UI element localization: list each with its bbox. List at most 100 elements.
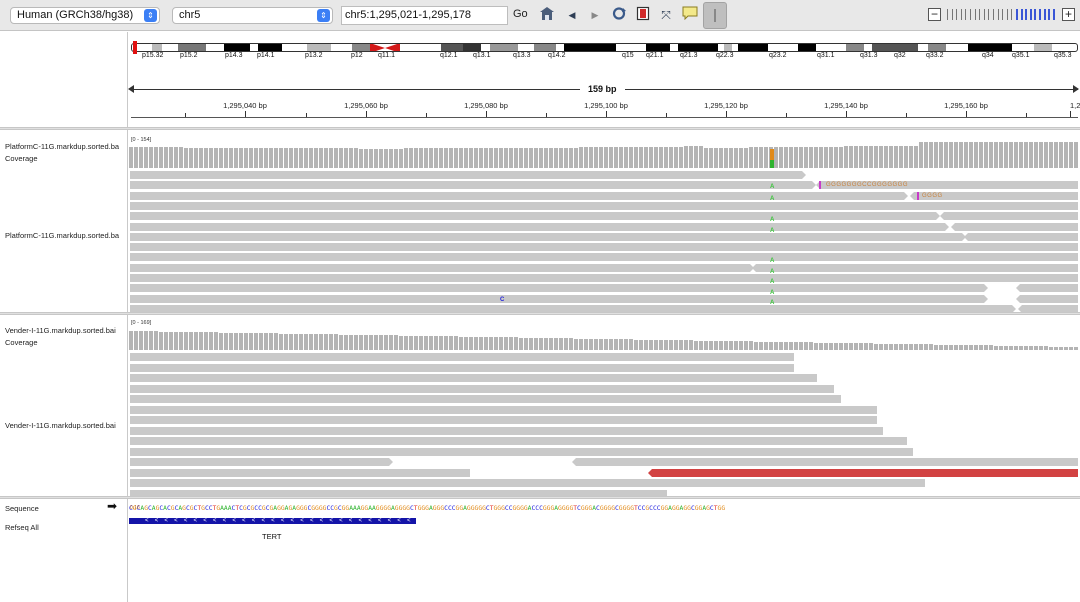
coverage-bar [419,148,424,168]
coverage-bar [684,340,689,350]
alignment-read[interactable] [130,374,817,382]
alignment-read[interactable] [130,294,988,303]
chromosome-dropdown[interactable]: chr5 ⇕ [172,7,333,24]
alignment-read[interactable] [940,212,1078,221]
forward-arrow-icon[interactable]: ▶ [585,6,605,25]
alignment-read[interactable] [130,479,925,487]
alignment-read[interactable] [964,232,1078,241]
alignment-read[interactable] [986,274,1078,282]
zoom-out-button[interactable]: − [928,8,941,21]
band-label: q34 [982,52,994,59]
alignment-read[interactable] [130,468,470,477]
genome-dropdown[interactable]: Human (GRCh38/hg38) ⇕ [10,7,160,24]
region-of-interest-icon[interactable] [633,6,653,25]
alignment-read[interactable] [981,253,1078,262]
coverage-bar [764,341,769,350]
alignment-read[interactable] [130,243,986,252]
coverage-bar [1029,142,1034,168]
ideogram-band [890,44,918,51]
coverage-bar [904,145,909,168]
zoom-tick [1002,9,1004,20]
alignment-read[interactable] [130,212,940,221]
alignment-read[interactable] [130,191,908,200]
coverage-bar [179,147,184,168]
resize-tracks-button[interactable] [703,2,727,29]
go-button[interactable]: Go [513,8,528,20]
alignment-read[interactable] [130,171,806,179]
ideogram-band [968,44,1012,51]
alignment-read[interactable] [130,201,926,210]
alignment-read[interactable] [130,181,816,190]
track1-coverage-track[interactable] [129,136,1079,168]
alignment-read[interactable] [1016,294,1078,303]
alignment-read[interactable] [130,232,966,241]
alignment-read[interactable] [752,263,1078,272]
panel-separator[interactable] [0,312,1080,315]
alignment-read[interactable] [1016,284,1078,293]
coverage-bar [204,147,209,168]
alignment-read[interactable] [918,201,1078,210]
alignment-read[interactable] [130,284,988,293]
coverage-bar [1059,346,1064,350]
coverage-bar [454,336,459,350]
alignment-read[interactable] [130,447,913,456]
zoom-in-button[interactable]: + [1062,8,1075,21]
popup-info-icon[interactable] [680,6,700,25]
coverage-bar [924,344,929,350]
track2-reads-name[interactable]: Vender-I-11G.markdup.sorted.bai [5,421,116,430]
sequence-track-name[interactable]: Sequence [5,504,39,513]
alignment-read[interactable] [951,222,1078,231]
chromosome-ideogram[interactable] [131,43,1078,52]
coverage-bar [299,333,304,350]
track1-reads-name[interactable]: PlatformC-11G.markdup.sorted.ba [5,231,119,240]
band-label: q21.3 [680,52,698,59]
coverage-bar [864,146,869,168]
alignment-read[interactable] [130,458,393,466]
track2-coverage-track[interactable] [129,318,1079,350]
fit-window-icon[interactable]: ⤧ [656,6,676,25]
track1-coverage-name[interactable]: PlatformC-11G.markdup.sorted.ba [5,142,119,151]
alignment-read[interactable] [130,363,794,372]
refresh-icon[interactable] [609,6,629,25]
coverage-bar [284,148,289,168]
coverage-bar [939,344,944,350]
back-arrow-icon[interactable]: ◀ [562,6,582,25]
alignment-read[interactable] [130,416,877,424]
coverage-bar [734,341,739,350]
coverage-bar [444,148,449,168]
discordant-read[interactable] [648,468,1078,477]
alignment-read[interactable] [130,263,754,272]
coverage-bar [294,333,299,350]
home-icon[interactable] [537,6,557,25]
track2-coverage-name[interactable]: Vender-I-11G.markdup.sorted.bai [5,326,116,335]
zoom-tick [988,9,990,20]
coverage-bar [964,345,969,350]
panel-separator[interactable] [0,127,1080,130]
panel-separator[interactable] [0,496,1080,499]
alignment-read[interactable] [130,274,994,282]
alignment-read[interactable] [572,458,1078,466]
refseq-track-name[interactable]: Refseq All [5,523,39,532]
zoom-slider[interactable] [947,9,1057,20]
strand-arrow-icon[interactable]: ➡ [107,499,117,513]
alignment-read[interactable] [130,426,883,435]
alignment-read[interactable] [130,353,794,361]
coverage-bar [494,337,499,350]
alignment-read[interactable] [130,253,989,262]
coverage-bar [404,148,409,168]
alignment-read[interactable] [130,437,907,445]
tert-gene-feature[interactable]: <<<<<<<<<<<<<<<<<<<<<<<<<<<<<<<<<<<<<<<<… [129,518,416,524]
coverage-bar [689,146,694,168]
alignment-read[interactable] [130,405,877,414]
locus-input[interactable]: chr5:1,295,021-1,295,178 [341,6,508,25]
alignment-read[interactable] [130,222,949,231]
panel-divider[interactable] [127,32,128,602]
coverage-bar [269,148,274,168]
alignment-read[interactable] [130,395,841,403]
coverage-bar [154,331,159,350]
coverage-bar [604,339,609,350]
coverage-bar [574,147,579,168]
coverage-bar [1004,345,1009,350]
alignment-read[interactable] [978,243,1078,252]
alignment-read[interactable] [130,384,834,393]
